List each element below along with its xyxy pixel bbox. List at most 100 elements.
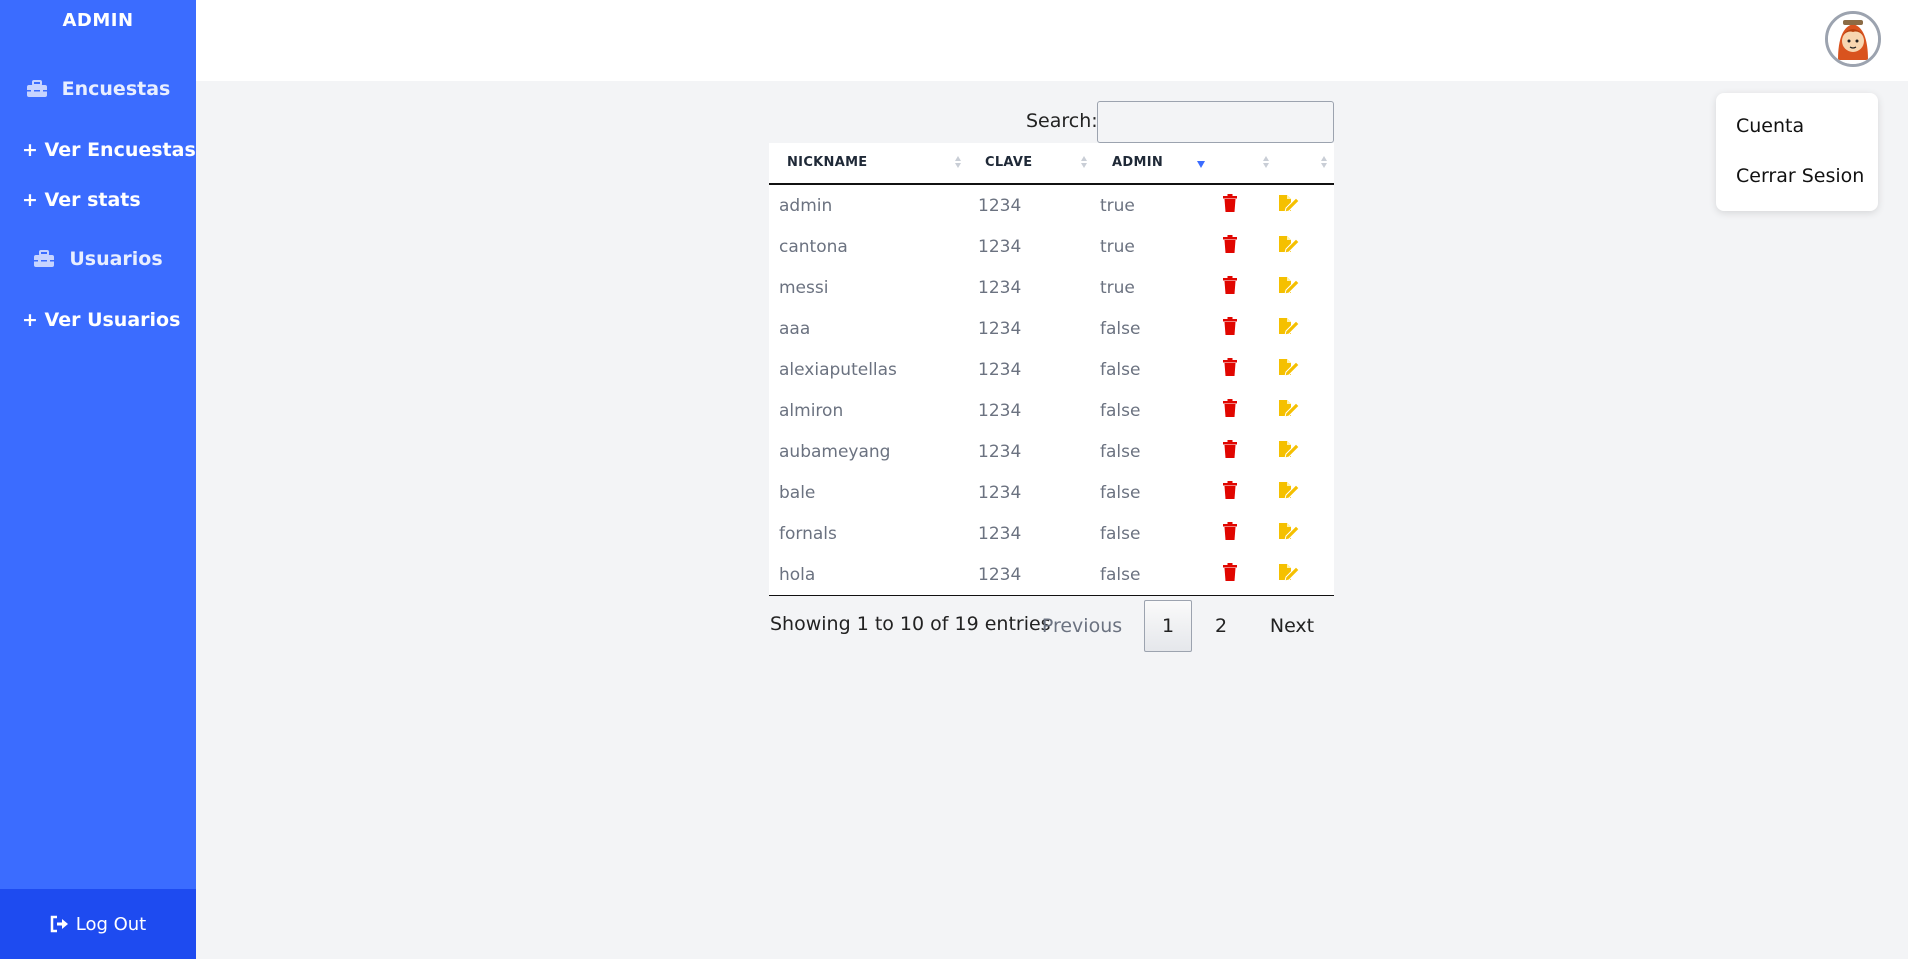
cell-delete (1220, 431, 1276, 472)
trash-icon[interactable] (1222, 235, 1238, 258)
menu-item-cuenta[interactable]: Cuenta (1736, 115, 1804, 137)
cell-clave: 1234 (978, 277, 1022, 298)
search-label: Search: (1026, 110, 1098, 132)
edit-icon[interactable] (1278, 317, 1300, 340)
sort-icon (1081, 156, 1087, 168)
table-row: almiron 1234 false (769, 390, 1334, 431)
ver-stats-link[interactable]: + Ver stats (22, 189, 141, 211)
cell-nickname: admin (779, 195, 833, 216)
cell-clave: 1234 (978, 482, 1022, 503)
trash-icon[interactable] (1222, 276, 1238, 299)
column-label: NICKNAME (787, 155, 868, 170)
cell-delete (1220, 554, 1276, 596)
cell-edit (1276, 349, 1334, 390)
cell-nickname: almiron (779, 400, 844, 421)
trash-icon[interactable] (1222, 481, 1238, 504)
cell-delete (1220, 308, 1276, 349)
avatar-icon (1828, 14, 1878, 64)
cell-nickname: aaa (779, 318, 811, 339)
trash-icon[interactable] (1222, 440, 1238, 463)
trash-icon[interactable] (1222, 522, 1238, 545)
section-usuarios: Usuarios (0, 248, 196, 270)
cell-admin: true (1100, 277, 1135, 298)
table-row: aubameyang 1234 false (769, 431, 1334, 472)
table-row: aaa 1234 false (769, 308, 1334, 349)
sort-desc-icon (1197, 161, 1205, 168)
toolbox-icon (26, 80, 47, 97)
cell-admin: false (1100, 400, 1141, 421)
cell-admin: false (1100, 523, 1141, 544)
cell-delete (1220, 226, 1276, 267)
ver-encuestas-link[interactable]: + Ver Encuestas (22, 139, 196, 161)
cell-clave: 1234 (978, 441, 1022, 462)
edit-icon[interactable] (1278, 563, 1300, 586)
ver-usuarios-link[interactable]: + Ver Usuarios (22, 309, 180, 331)
cell-clave: 1234 (978, 400, 1022, 421)
cell-nickname: bale (779, 482, 816, 503)
trash-icon[interactable] (1222, 358, 1238, 381)
logout-label: Log Out (75, 913, 147, 935)
cell-delete (1220, 513, 1276, 554)
section-label-encuestas: Encuestas (61, 78, 171, 100)
table-info: Showing 1 to 10 of 19 entries (770, 613, 1051, 635)
column-header-delete[interactable] (1220, 143, 1276, 185)
section-label-usuarios: Usuarios (69, 248, 163, 270)
cell-edit (1276, 431, 1334, 472)
edit-icon[interactable] (1278, 194, 1300, 217)
cell-admin: false (1094, 554, 1220, 596)
edit-icon[interactable] (1278, 399, 1300, 422)
cell-edit (1276, 267, 1334, 308)
sort-icon (955, 156, 961, 168)
edit-icon[interactable] (1278, 481, 1300, 504)
cell-edit (1276, 390, 1334, 431)
cell-clave: 1234 (978, 359, 1022, 380)
column-header-edit[interactable] (1276, 143, 1334, 185)
cell-delete (1220, 390, 1276, 431)
cell-admin: false (1100, 482, 1141, 503)
pagination-next[interactable]: Next (1256, 600, 1328, 652)
cell-admin: false (1100, 318, 1141, 339)
cell-admin: true (1100, 236, 1135, 257)
edit-icon[interactable] (1278, 276, 1300, 299)
logout-button[interactable]: Log Out (0, 889, 196, 959)
edit-icon[interactable] (1278, 522, 1300, 545)
edit-icon[interactable] (1278, 358, 1300, 381)
cell-nickname: hola (769, 554, 968, 596)
cell-nickname: cantona (779, 236, 848, 257)
column-label: CLAVE (985, 155, 1033, 170)
cell-nickname: alexiaputellas (779, 359, 897, 380)
user-avatar[interactable] (1825, 11, 1881, 67)
menu-item-cerrar-sesion[interactable]: Cerrar Sesion (1736, 165, 1864, 187)
cell-clave: 1234 (978, 318, 1022, 339)
search-input[interactable] (1097, 101, 1334, 143)
table-row: cantona 1234 true (769, 226, 1334, 267)
trash-icon[interactable] (1222, 194, 1238, 217)
pagination-page-1[interactable]: 1 (1144, 600, 1192, 652)
cell-delete (1220, 184, 1276, 226)
edit-icon[interactable] (1278, 440, 1300, 463)
column-header-clave[interactable]: CLAVE (968, 143, 1094, 185)
column-header-nickname[interactable]: NICKNAME (769, 143, 968, 185)
section-encuestas: Encuestas (0, 78, 196, 100)
cell-edit (1276, 184, 1334, 226)
cell-clave: 1234 (968, 554, 1094, 596)
cell-edit (1276, 308, 1334, 349)
sidebar: ADMIN Encuestas + Ver Encuestas + Ver st… (0, 0, 196, 959)
table-body: admin 1234 true cantona 1234 true messi 1234 tru… (769, 184, 1334, 596)
column-header-admin[interactable]: ADMIN (1094, 143, 1220, 185)
cell-nickname: messi (779, 277, 829, 298)
trash-icon[interactable] (1222, 399, 1238, 422)
table-row: messi 1234 true (769, 267, 1334, 308)
cell-delete (1220, 472, 1276, 513)
cell-delete (1220, 267, 1276, 308)
edit-icon[interactable] (1278, 235, 1300, 258)
pagination-page-2[interactable]: 2 (1196, 600, 1246, 652)
pagination-previous[interactable]: Previous (1030, 600, 1134, 652)
trash-icon[interactable] (1222, 317, 1238, 340)
cell-clave: 1234 (978, 236, 1022, 257)
trash-icon[interactable] (1222, 563, 1238, 586)
sort-icon (1321, 156, 1327, 168)
cell-edit (1276, 226, 1334, 267)
sort-icon (1263, 156, 1269, 168)
table-header-row: NICKNAME CLAVE ADMIN (769, 143, 1334, 185)
